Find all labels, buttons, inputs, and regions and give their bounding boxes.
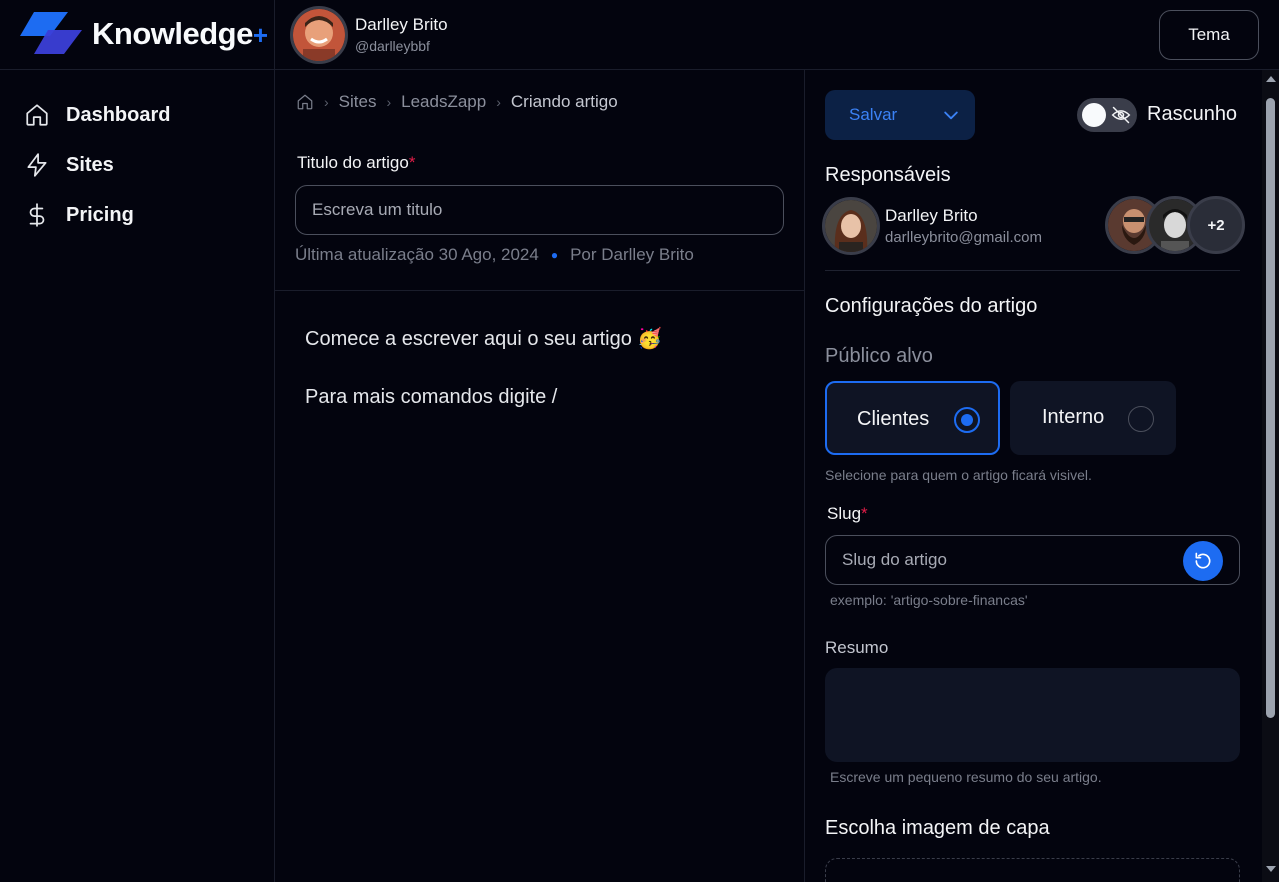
required-mark: * <box>861 504 868 523</box>
user-handle: @darlleybbf <box>355 38 430 54</box>
save-button[interactable]: Salvar <box>825 90 975 140</box>
responsible-email: darlleybrito@gmail.com <box>885 229 1042 246</box>
editor-area: › Sites › LeadsZapp › Criando artigo Tit… <box>275 70 805 882</box>
slug-hint: exemplo: 'artigo-sobre-financas' <box>830 592 1028 608</box>
chevron-right-icon: › <box>496 94 501 110</box>
breadcrumb-sites[interactable]: Sites <box>339 92 377 112</box>
draft-label: Rascunho <box>1147 103 1238 125</box>
audience-option-label: Interno <box>1042 406 1105 428</box>
author: Por Darlley Brito <box>570 245 694 264</box>
more-members-badge[interactable]: +2 <box>1187 196 1245 254</box>
audience-hint: Selecione para quem o artigo ficará visi… <box>825 467 1092 483</box>
eye-off-icon <box>1111 106 1131 124</box>
toggle-knob <box>1082 103 1106 127</box>
chevron-right-icon: › <box>386 94 392 110</box>
brand-name[interactable]: Knowledge+ <box>92 16 268 52</box>
top-header: Knowledge+ Darlley Brito @darlleybbf Tem… <box>0 0 1279 70</box>
sidebar-item-pricing[interactable]: Pricing <box>24 199 134 231</box>
summary-label: Resumo <box>825 638 889 657</box>
article-meta: Última atualização 30 Ago, 2024 ● Por Da… <box>295 245 694 265</box>
last-update: Última atualização 30 Ago, 2024 <box>295 245 539 264</box>
breadcrumb-current: Criando artigo <box>510 92 618 111</box>
header-divider <box>274 0 275 70</box>
article-settings-panel: Salvar Rascunho Responsáveis Darlley Bri… <box>806 70 1262 882</box>
chevron-right-icon: › <box>324 94 329 110</box>
cover-image-dropzone[interactable] <box>825 858 1240 882</box>
slug-label: Slug* <box>827 504 868 523</box>
scroll-up-arrow-icon[interactable] <box>1266 76 1276 82</box>
theme-button[interactable]: Tema <box>1159 10 1259 60</box>
title-label: Titulo do artigo* <box>297 153 416 172</box>
dot-separator: ● <box>550 248 559 262</box>
knowledge-logo-icon[interactable] <box>20 12 82 56</box>
dollar-icon <box>29 203 45 227</box>
sidebar-item-label: Dashboard <box>66 103 171 126</box>
summary-textarea[interactable] <box>825 668 1240 762</box>
sidebar: Dashboard Sites Pricing <box>0 70 275 882</box>
chevron-down-icon[interactable] <box>941 105 961 125</box>
refresh-icon <box>1195 552 1211 569</box>
sidebar-item-sites[interactable]: Sites <box>24 149 114 181</box>
responsible-avatar[interactable] <box>822 197 880 255</box>
radio-selected-icon <box>954 407 980 433</box>
sidebar-item-dashboard[interactable]: Dashboard <box>24 99 170 131</box>
summary-hint: Escreve um pequeno resumo do seu artigo. <box>830 769 1102 785</box>
editor-hint-line[interactable]: Para mais comandos digite / <box>305 386 557 409</box>
divider <box>825 270 1240 271</box>
config-title: Configurações do artigo <box>825 295 1038 317</box>
user-name: Darlley Brito <box>355 15 448 34</box>
divider <box>275 290 805 291</box>
radio-unselected-icon <box>1128 406 1154 432</box>
audience-option-clientes[interactable]: Clientes <box>825 381 1000 455</box>
breadcrumb-site[interactable]: LeadsZapp <box>401 92 486 112</box>
sidebar-item-label: Sites <box>66 153 114 176</box>
audience-option-interno[interactable]: Interno <box>1010 381 1176 455</box>
editor-placeholder-line[interactable]: Comece a escrever aqui o seu artigo 🥳 <box>305 326 662 351</box>
responsible-name: Darlley Brito <box>885 206 978 225</box>
lightning-icon <box>27 153 47 177</box>
sidebar-item-label: Pricing <box>66 203 134 226</box>
slug-input[interactable] <box>825 535 1240 585</box>
home-icon[interactable] <box>296 93 314 111</box>
draft-toggle[interactable] <box>1077 98 1137 132</box>
audience-option-label: Clientes <box>857 408 930 430</box>
save-label: Salvar <box>849 105 898 124</box>
home-icon <box>26 104 48 126</box>
audience-label: Público alvo <box>825 345 933 367</box>
user-avatar[interactable] <box>290 6 348 64</box>
scrollbar-thumb[interactable] <box>1266 98 1275 718</box>
responsibles-title: Responsáveis <box>825 164 951 186</box>
required-mark: * <box>408 153 416 172</box>
article-title-input[interactable] <box>295 185 784 235</box>
regenerate-slug-button[interactable] <box>1183 541 1223 581</box>
breadcrumb: › Sites › LeadsZapp › Criando artigo <box>296 92 618 112</box>
cover-title: Escolha imagem de capa <box>825 817 1050 839</box>
scroll-down-arrow-icon[interactable] <box>1266 866 1276 872</box>
scrollbar[interactable] <box>1262 70 1279 882</box>
